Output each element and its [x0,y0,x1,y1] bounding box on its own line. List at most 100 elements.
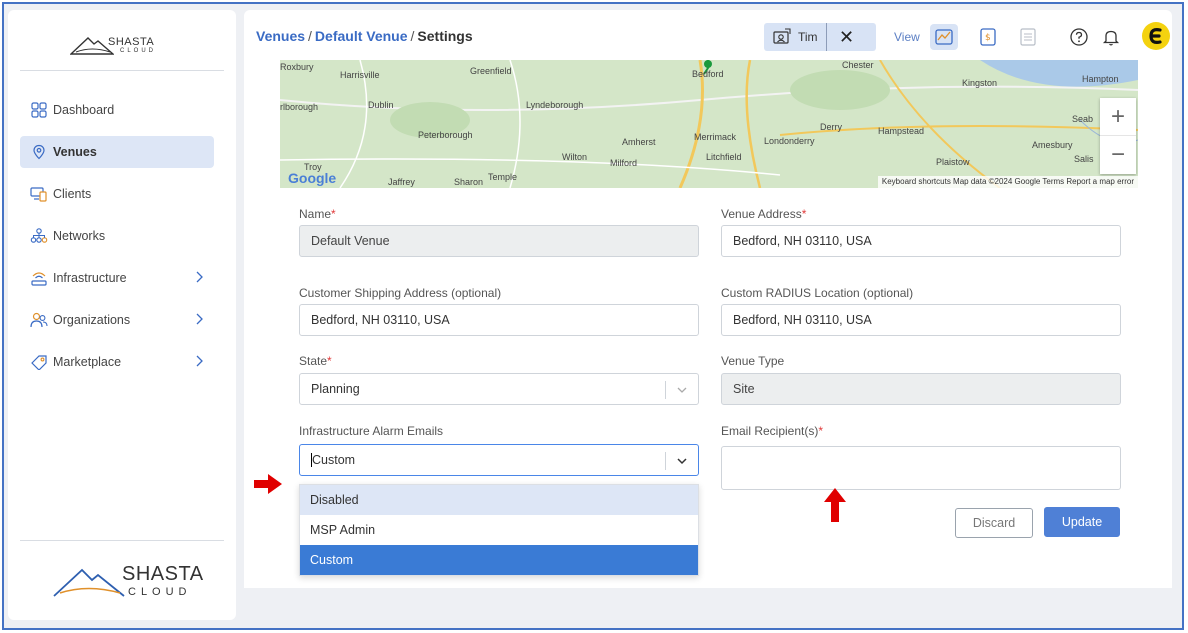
sidebar-item-label: Infrastructure [53,271,127,285]
sidebar-item-organizations[interactable]: Organizations [20,304,214,336]
required-mark: * [331,207,336,221]
map-zoom-controls: + − [1100,98,1136,174]
radius-location-field[interactable]: Bedford, NH 03110, USA [721,304,1121,336]
map-place-label: Londonderry [764,136,815,146]
name-field: Default Venue [299,225,699,257]
sidebar-item-infrastructure[interactable]: Infrastructure [20,262,214,294]
breadcrumb-venues-link[interactable]: Venues [256,28,305,44]
option-msp-admin[interactable]: MSP Admin [300,515,698,545]
sidebar-item-clients[interactable]: Clients [20,178,214,210]
avatar[interactable] [1142,22,1170,50]
map-place-label: Lyndeborough [526,100,584,110]
users-icon [30,311,48,329]
map-place-label: Amesbury [1032,140,1073,150]
required-mark: * [327,354,332,368]
map-place-label: Litchfield [706,152,742,162]
alarm-emails-label: Infrastructure Alarm Emails [299,424,444,438]
sidebar-item-label: Networks [53,229,106,243]
chevron-down-icon [677,387,687,393]
sidebar-divider [20,70,224,71]
logo-brand-text: SHASTA [122,563,204,585]
sidebar-item-marketplace[interactable]: Marketplace [20,346,214,378]
map-place-label: Bedford [692,69,724,79]
sidebar-item-dashboard[interactable]: Dashboard [20,94,214,126]
map-place-label: Kingston [962,78,998,88]
sidebar: SHASTA CLOUD Dashboard Venues Clients Ne… [8,10,236,620]
bell-icon [1102,30,1120,46]
email-recipients-label: Email Recipient(s)* [721,424,824,438]
required-mark: * [801,207,807,221]
sidebar-item-label: Marketplace [53,355,122,369]
option-custom[interactable]: Custom [300,545,698,575]
sidebar-item-label: Clients [53,187,92,201]
map-place-label: Sharon [454,177,484,187]
map-place-label: Temple [488,172,518,182]
chevron-down-icon [677,458,687,465]
venue-address-label: Venue Address* [721,207,807,221]
name-label: Name* [299,207,336,221]
select-divider [665,381,666,399]
access-point-icon [30,269,48,287]
state-label: State* [299,354,332,368]
mountain-logo-icon [53,568,125,597]
google-logo: Google [288,170,337,186]
table-view-button[interactable] [1014,24,1042,50]
map-place-label: Milford [610,158,638,168]
close-impersonation-button[interactable]: ✕ [827,27,867,48]
impersonated-user[interactable]: Tim [764,23,827,51]
view-label: View [894,30,920,44]
state-select[interactable]: Planning [299,373,699,405]
shipping-address-label: Customer Shipping Address (optional) [299,286,502,300]
zoom-in-button[interactable]: + [1100,98,1136,136]
zoom-out-button[interactable]: − [1100,136,1136,174]
map-place-label: Greenfield [470,66,512,76]
alarm-emails-select[interactable]: Custom [299,444,699,476]
chevron-right-icon [196,271,203,283]
map-place-label: rlborough [280,102,319,112]
map-attribution[interactable]: Keyboard shortcuts Map data ©2024 Google… [877,176,1138,188]
map-place-label: Peterborough [418,130,473,140]
report-view-button[interactable]: $ [974,24,1002,50]
venue-map[interactable]: Roxbury Harrisville Greenfield Bedford C… [280,60,1138,188]
help-icon [1070,28,1088,46]
breadcrumb-default-venue-link[interactable]: Default Venue [315,28,408,44]
impersonation-control: Tim ✕ [764,23,876,51]
impersonated-user-name: Tim [798,30,818,44]
email-recipients-field[interactable] [721,446,1121,490]
venue-address-field[interactable]: Bedford, NH 03110, USA [721,225,1121,257]
annotation-arrow-right-icon [254,474,282,494]
location-pin-icon [30,143,48,161]
table-view-icon [1020,28,1036,46]
map-place-label: Seab [1072,114,1094,124]
dashboard-grid-icon [30,101,48,119]
map-place-label: Wilton [562,152,588,162]
map-place-label: Hampton [1082,74,1119,84]
map-place-label: Derry [820,122,842,132]
map-place-label: Dublin [368,100,394,110]
notifications-button[interactable] [1100,26,1122,48]
sidebar-divider [20,540,224,541]
venue-settings-panel: Roxbury Harrisville Greenfield Bedford C… [244,60,1172,588]
shipping-address-field[interactable]: Bedford, NH 03110, USA [299,304,699,336]
radius-location-label: Custom RADIUS Location (optional) [721,286,914,300]
chevron-right-icon [196,313,203,325]
sidebar-item-venues[interactable]: Venues [20,136,214,168]
shasta-logo-top[interactable]: SHASTA CLOUD [70,32,170,62]
update-button[interactable]: Update [1044,507,1120,537]
devices-icon [30,185,48,203]
venue-type-field: Site [721,373,1121,405]
map-place-label: Hampstead [878,126,925,136]
report-view-icon: $ [980,28,996,46]
help-button[interactable] [1068,26,1090,48]
top-header: Venues / Default Venue / Settings Tim ✕ View… [244,10,1172,60]
discard-button[interactable]: Discard [955,508,1033,538]
sidebar-item-networks[interactable]: Networks [20,220,214,252]
logo-sub-text: CLOUD [128,586,192,598]
map-place-label: Salis [1074,154,1094,164]
option-disabled[interactable]: Disabled [300,485,698,515]
map-place-label: Amherst [622,137,656,147]
select-divider [665,452,666,470]
map-view-button[interactable] [930,24,958,50]
impersonate-user-icon [773,28,791,44]
chevron-right-icon [196,355,203,367]
